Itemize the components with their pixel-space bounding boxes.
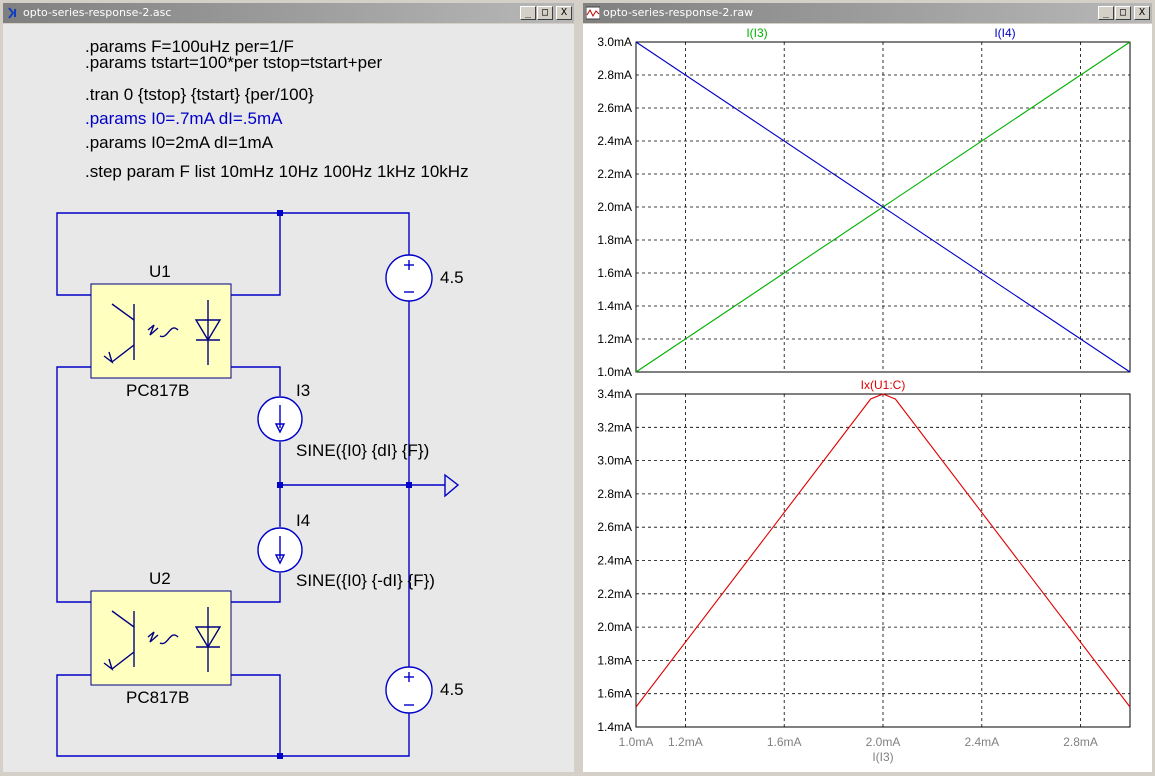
i4-name: I4 [296,511,310,530]
v-top-value: 4.5 [440,268,464,287]
y-tick-label: 1.2mA [597,332,632,346]
trace-legend-label[interactable]: Ix(U1:C) [861,378,906,392]
x-tick-label: 1.6mA [767,735,802,749]
maximize-button[interactable]: □ [537,6,553,20]
y-tick-label: 2.8mA [597,68,632,82]
y-tick-label: 2.6mA [597,101,632,115]
trace-legend-label[interactable]: I(I3) [746,26,767,40]
u2-name: U2 [149,569,171,588]
waveform-icon [586,6,600,20]
y-tick-label: 3.0mA [597,35,632,49]
y-tick-label: 2.0mA [597,200,632,214]
waveform-window: opto-series-response-2.raw _ □ X 1.0mA 1.… [580,0,1155,776]
voltage-source-bottom[interactable] [385,666,433,714]
trace-legend-label[interactable]: I(I4) [994,26,1015,40]
x-axis-label: I(I3) [872,750,893,764]
waveform-titlebar[interactable]: opto-series-response-2.raw _ □ X [583,3,1152,23]
directive-step: .step param F list 10mHz 10Hz 100Hz 1kHz… [85,162,469,181]
directive-params-i0-active: .params I0=.7mA dI=.5mA [85,109,283,128]
y-tick-label: 2.2mA [597,587,632,601]
x-tick-label: 1.0mA [619,735,654,749]
y-tick-label: 2.8mA [597,487,632,501]
directive-tran: .tran 0 {tstop} {tstart} {per/100} [85,85,314,104]
current-source-i3[interactable] [257,396,303,442]
schematic-titlebar[interactable]: opto-series-response-2.asc _ □ X [3,3,574,23]
x-tick-label: 2.0mA [866,735,901,749]
optocoupler-u2[interactable] [90,590,232,686]
i3-name: I3 [296,381,310,400]
ltspice-icon [8,7,16,19]
u1-name: U1 [149,262,171,281]
maximize-button[interactable]: □ [1115,6,1131,20]
output-flag-symbol[interactable] [444,473,460,498]
current-source-i4[interactable] [257,527,303,573]
waveform-viewer[interactable]: 1.0mA 1.2mA 1.4mA 1.6mA 1.8mA 2.0mA 2.2mA 2.4mA… [583,24,1152,772]
optocoupler-u1[interactable] [90,283,232,379]
y-tick-label: 1.0mA [597,365,632,379]
y-tick-label: 3.2mA [597,420,632,434]
spice-directives: .params F=100uHz per=1/F .params tstart=… [85,37,469,181]
plot-pane-bottom[interactable]: 1.4mA 1.6mA 1.8mA 2.0mA 2.2mA 2.4mA 2.6mA 2.8mA… [597,378,1131,734]
y-tick-label: 1.8mA [597,653,632,667]
plot-pane-top[interactable]: 1.0mA 1.2mA 1.4mA 1.6mA 1.8mA 2.0mA 2.2mA 2.4mA… [597,26,1131,379]
x-tick-label: 2.8mA [1063,735,1098,749]
y-tick-label: 1.4mA [597,299,632,313]
y-tick-label: 2.4mA [597,134,632,148]
y-tick-label: 1.6mA [597,266,632,280]
minimize-button[interactable]: _ [520,6,536,20]
schematic-canvas[interactable]: .params F=100uHz per=1/F .params tstart=… [3,24,574,772]
y-tick-label: 2.0mA [597,620,632,634]
voltage-source-top[interactable] [385,254,433,302]
directive-params-i0: .params I0=2mA dI=1mA [85,133,274,152]
y-tick-label: 2.6mA [597,520,632,534]
u2-model: PC817B [126,688,189,707]
y-tick-label: 1.6mA [597,687,632,701]
i4-value: SINE({I0} {-dI} {F}) [296,571,435,590]
y-tick-label: 2.4mA [597,554,632,568]
shared-x-axis: 1.0mA 1.2mA 1.6mA 2.0mA 2.4mA 2.8mA I(I3) [619,735,1098,764]
u1-model: PC817B [126,381,189,400]
y-tick-label: 2.2mA [597,167,632,181]
close-button[interactable]: X [1134,6,1150,20]
v-bottom-value: 4.5 [440,680,464,699]
schematic-window: opto-series-response-2.asc _ □ X .params… [0,0,577,776]
y-tick-label: 3.4mA [597,387,632,401]
y-tick-label: 1.4mA [597,720,632,734]
minimize-button[interactable]: _ [1098,6,1114,20]
waveform-window-title: opto-series-response-2.raw [603,6,754,19]
x-tick-label: 1.2mA [668,735,703,749]
schematic-window-title: opto-series-response-2.asc [23,6,172,19]
y-tick-label: 1.8mA [597,233,632,247]
y-tick-label: 3.0mA [597,454,632,468]
i3-value: SINE({I0} {dI} {F}) [296,441,429,460]
directive-params-tstart: .params tstart=100*per tstop=tstart+per [85,53,383,72]
x-tick-label: 2.4mA [964,735,999,749]
close-button[interactable]: X [556,6,572,20]
